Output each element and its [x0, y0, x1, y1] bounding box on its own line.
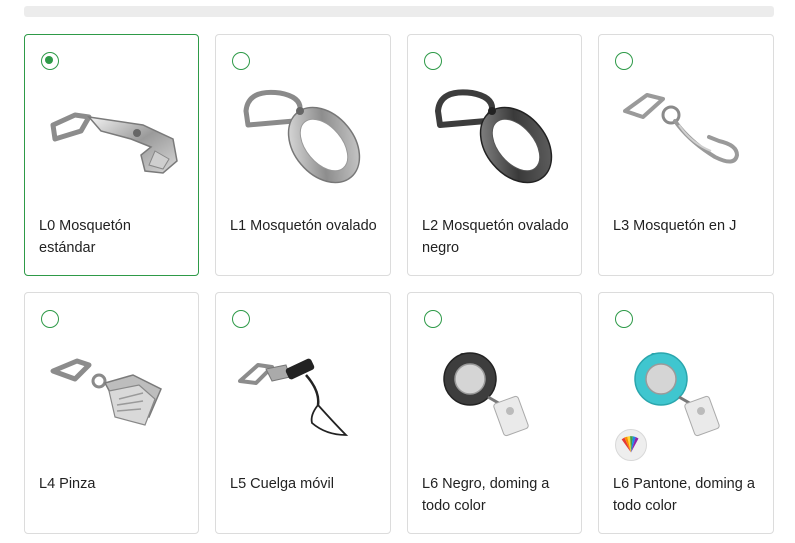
radio-button[interactable] [232, 52, 250, 70]
option-card-l0[interactable]: L0 Mosquetón estándar [24, 34, 199, 276]
option-label: L5 Cuelga móvil [230, 476, 334, 492]
phone-strap-icon [238, 358, 349, 436]
radio-button[interactable] [424, 310, 442, 328]
option-card-l5[interactable]: L5 Cuelga móvil [215, 292, 391, 534]
attachment-options-grid: L0 Mosquetón estándar L1 Mosquetón ovala… [24, 34, 774, 534]
radio-button[interactable] [41, 310, 59, 328]
radio-button[interactable] [424, 52, 442, 70]
radio-button[interactable] [615, 310, 633, 328]
clip-icon [50, 358, 162, 426]
option-label: L1 Mosquetón ovalado [230, 218, 377, 234]
radio-button[interactable] [232, 310, 250, 328]
pantone-color-fan-icon [615, 429, 647, 461]
radio-button[interactable] [41, 52, 59, 70]
option-card-l1[interactable]: L1 Mosquetón ovalado [215, 34, 391, 276]
option-card-l6-pantone[interactable]: L6 Pantone, doming a todo color [598, 292, 774, 534]
option-label: L2 Mosquetón ovalado negro [422, 218, 569, 256]
j-hook-icon [623, 93, 740, 164]
black-badge-reel-icon [443, 352, 529, 437]
option-label: L4 Pinza [39, 476, 96, 492]
radio-button[interactable] [615, 52, 633, 70]
option-card-l3[interactable]: L3 Mosquetón en J [598, 34, 774, 276]
option-label: L0 Mosquetón estándar [39, 218, 131, 256]
oval-carabiner-icon [243, 89, 361, 184]
black-oval-carabiner-icon [435, 89, 553, 184]
top-scroll-bar [24, 6, 774, 17]
option-card-l2[interactable]: L2 Mosquetón ovalado negro [407, 34, 582, 276]
option-label: L3 Mosquetón en J [613, 218, 737, 234]
standard-carabiner-icon [50, 112, 178, 174]
option-card-l6-negro[interactable]: L6 Negro, doming a todo color [407, 292, 582, 534]
option-label: L6 Negro, doming a todo color [422, 476, 550, 514]
option-label: L6 Pantone, doming a todo color [613, 476, 755, 514]
option-card-l4[interactable]: L4 Pinza [24, 292, 199, 534]
